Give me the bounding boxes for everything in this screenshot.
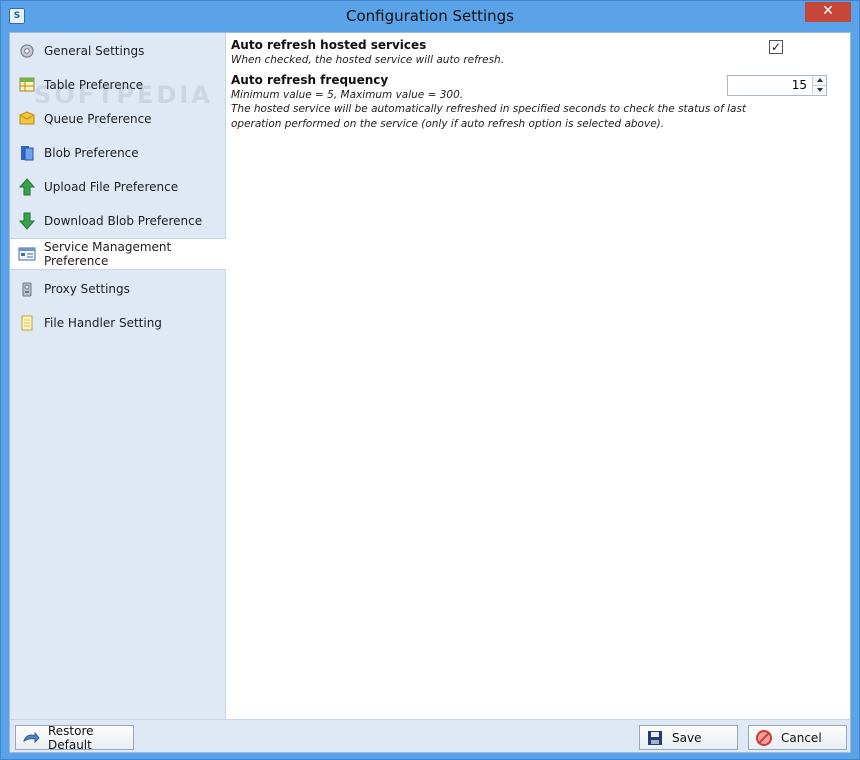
increment-arrow-icon[interactable] <box>812 76 826 85</box>
save-button[interactable]: Save <box>639 725 738 750</box>
sidebar-item-label: Queue Preference <box>44 112 152 126</box>
frequency-description-line-1: The hosted service will be automatically… <box>231 103 747 115</box>
cancel-button[interactable]: Cancel <box>748 725 847 750</box>
sidebar-item-blob-preference[interactable]: Blob Preference <box>10 137 226 169</box>
configuration-window: S Configuration Settings ✕ SOFTPEDIA Gen… <box>0 0 860 760</box>
sidebar-item-label: Service Management Preference <box>44 240 172 268</box>
sidebar-item-service-management-preference[interactable]: Service Management Preference <box>10 238 227 270</box>
sidebar-item-label: File Handler Setting <box>44 316 162 330</box>
sidebar-item-label: Download Blob Preference <box>44 214 203 228</box>
auto-refresh-checkbox[interactable]: ✓ <box>769 40 783 54</box>
auto-refresh-hint: When checked, the hosted service will au… <box>231 54 505 66</box>
cancel-label: Cancel <box>781 730 822 745</box>
frequency-range-hint: Minimum value = 5, Maximum value = 300. <box>231 89 464 101</box>
sidebar-item-queue-preference[interactable]: Queue Preference <box>10 103 226 135</box>
sidebar-item-label: Table Preference <box>44 78 144 92</box>
settings-sidebar: SOFTPEDIA General Settings Table Prefere… <box>10 33 227 719</box>
close-icon: ✕ <box>822 3 834 19</box>
frequency-description-line-2: operation performed on the service (only… <box>231 118 665 130</box>
dialog-client-area: SOFTPEDIA General Settings Table Prefere… <box>9 32 851 753</box>
restore-default-label: Restore Default <box>48 723 94 752</box>
check-icon: ✓ <box>770 40 782 54</box>
proxy-icon <box>18 280 36 298</box>
restore-arrow-icon <box>22 730 40 746</box>
sidebar-item-proxy-settings[interactable]: Proxy Settings <box>10 273 226 305</box>
auto-refresh-title: Auto refresh hosted services <box>231 38 427 52</box>
sidebar-item-general-settings[interactable]: General Settings <box>10 35 226 67</box>
file-icon <box>18 314 36 332</box>
table-icon <box>18 76 36 94</box>
sidebar-item-label: Proxy Settings <box>44 282 130 296</box>
cancel-icon <box>755 729 773 746</box>
sidebar-item-label: General Settings <box>44 44 145 58</box>
close-button[interactable]: ✕ <box>805 2 851 22</box>
auto-refresh-frequency-title: Auto refresh frequency <box>231 73 389 87</box>
restore-default-button[interactable]: Restore Default <box>15 723 134 752</box>
sidebar-item-label: Blob Preference <box>44 146 139 160</box>
sidebar-item-table-preference[interactable]: Table Preference <box>10 69 226 101</box>
service-window-icon <box>18 245 36 263</box>
settings-content-panel: Auto refresh hosted services When checke… <box>226 33 850 719</box>
save-label: Save <box>672 730 702 745</box>
sidebar-item-label: Upload File Preference <box>44 180 179 194</box>
sidebar-item-download-blob-preference[interactable]: Download Blob Preference <box>10 205 226 237</box>
window-title: Configuration Settings <box>345 7 515 25</box>
queue-icon <box>18 110 36 128</box>
title-bar[interactable]: S Configuration Settings ✕ <box>1 1 859 32</box>
dialog-footer: Restore Default Save Cancel <box>10 719 850 752</box>
download-arrow-icon <box>18 212 36 230</box>
gear-icon <box>18 42 36 60</box>
sidebar-item-file-handler-setting[interactable]: File Handler Setting <box>10 307 226 339</box>
sidebar-item-upload-file-preference[interactable]: Upload File Preference <box>10 171 226 203</box>
floppy-disk-icon <box>646 730 664 746</box>
refresh-frequency-input[interactable] <box>728 76 812 95</box>
refresh-frequency-stepper[interactable] <box>727 75 827 96</box>
upload-arrow-icon <box>18 178 36 196</box>
blob-icon <box>18 144 36 162</box>
decrement-arrow-icon[interactable] <box>812 85 826 94</box>
